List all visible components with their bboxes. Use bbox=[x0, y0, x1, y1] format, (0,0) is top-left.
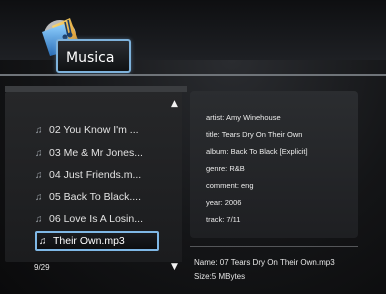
list-item[interactable]: ♫ 02 You Know I'm ... bbox=[35, 120, 165, 140]
list-item[interactable]: ♫ 06 Love Is A Losin... bbox=[35, 209, 165, 229]
music-note-icon: ♫ bbox=[35, 169, 43, 181]
music-note-icon: ♫ bbox=[35, 124, 43, 136]
list-item-label: 05 Back To Black.... bbox=[49, 191, 142, 203]
list-item-label: 03 Me & Mr Jones... bbox=[49, 147, 143, 159]
category-title-box: Musica bbox=[56, 39, 131, 73]
item-counter: 9/29 bbox=[34, 263, 50, 272]
page-title: Musica bbox=[66, 50, 115, 66]
artist-field: artist: Amy Winehouse bbox=[206, 113, 281, 122]
music-note-icon: ♫ bbox=[35, 147, 43, 159]
track-info-panel: artist: Amy Winehouse title: Tears Dry O… bbox=[190, 91, 358, 238]
info-divider bbox=[190, 246, 358, 247]
title-field: title: Tears Dry On Their Own bbox=[206, 130, 303, 139]
header-divider bbox=[0, 74, 386, 76]
track-number-field: track: 7/11 bbox=[206, 215, 241, 224]
scroll-up-arrow-icon[interactable]: ▲ bbox=[171, 99, 178, 109]
scroll-down-arrow-icon[interactable]: ▼ bbox=[171, 262, 178, 272]
music-note-icon: ♫ bbox=[35, 213, 43, 225]
comment-field: comment: eng bbox=[206, 181, 254, 190]
list-item-selected[interactable]: ♫ Their Own.mp3 bbox=[35, 231, 159, 251]
genre-field: genre: R&B bbox=[206, 164, 245, 173]
list-item[interactable]: ♫ 05 Back To Black.... bbox=[35, 187, 165, 207]
album-field: album: Back To Black [Explicit] bbox=[206, 147, 308, 156]
list-item-label: 04 Just Friends.m... bbox=[49, 169, 142, 181]
file-size: Size:5 MBytes bbox=[194, 272, 246, 281]
music-note-icon: ♫ bbox=[35, 191, 43, 203]
music-note-icon: ♫ bbox=[39, 235, 47, 247]
file-name: Name: 07 Tears Dry On Their Own.mp3 bbox=[194, 258, 335, 267]
year-field: year: 2006 bbox=[206, 198, 242, 207]
list-item[interactable]: ♫ 04 Just Friends.m... bbox=[35, 165, 165, 185]
list-item-label: 02 You Know I'm ... bbox=[49, 124, 139, 136]
list-item-label: Their Own.mp3 bbox=[53, 235, 125, 247]
list-item[interactable]: ♫ 03 Me & Mr Jones... bbox=[35, 143, 165, 163]
list-item-label: 06 Love Is A Losin... bbox=[49, 213, 143, 225]
